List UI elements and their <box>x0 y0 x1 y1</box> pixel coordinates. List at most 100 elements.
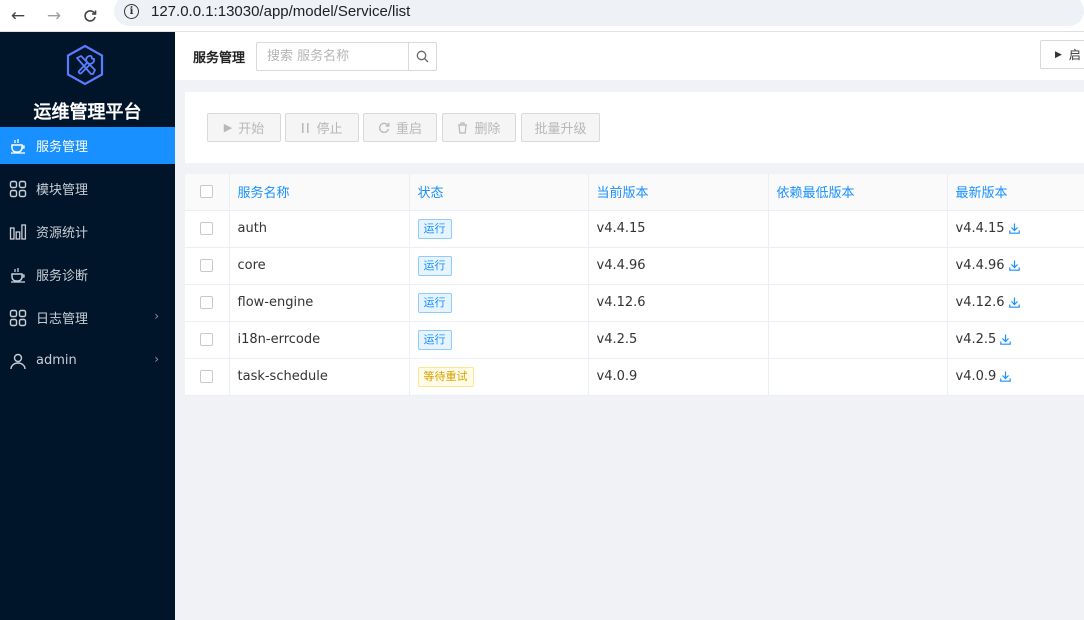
sidebar-item-label: 日志管理 <box>36 312 89 327</box>
table-row[interactable]: i18n-errcode 运行 v4.2.5 v4.2.5 <box>185 321 1084 359</box>
bar-chart-icon <box>8 222 28 242</box>
sidebar-item-admin[interactable]: admin › <box>0 342 175 379</box>
column-header-current-version[interactable]: 当前版本 <box>588 174 769 211</box>
current-version: v4.4.15 <box>588 210 769 248</box>
search-button[interactable] <box>408 41 438 71</box>
service-name: task-schedule <box>229 358 410 396</box>
min-dependency-version <box>768 321 948 359</box>
status-badge: 运行 <box>417 218 452 239</box>
service-table-panel: 服务名称 状态 当前版本 依赖最低版本 最新版本 auth 运行 v4.4.15… <box>185 174 1084 396</box>
brand-title: 运维管理平台 <box>33 102 142 123</box>
current-version: v4.12.6 <box>588 284 769 322</box>
min-dependency-version <box>768 210 948 248</box>
status-cell: 运行 <box>409 321 589 359</box>
download-icon[interactable] <box>1008 223 1020 234</box>
url-text: 127.0.0.1:13030/app/model/Service/list <box>151 2 411 20</box>
row-checkbox[interactable] <box>200 259 213 272</box>
latest-version: v4.4.96 <box>955 258 1005 273</box>
page-header: 服务管理 ▶ 启 <box>175 32 1084 80</box>
search-input[interactable] <box>256 41 409 71</box>
trash-icon <box>457 121 468 134</box>
batch-upgrade-button[interactable]: 批量升级 <box>521 113 600 142</box>
delete-button[interactable]: 删除 <box>442 113 516 142</box>
reload-icon <box>378 122 390 134</box>
latest-version-cell: v4.4.96 <box>947 247 1084 285</box>
row-checkbox[interactable] <box>200 222 213 235</box>
download-icon[interactable] <box>1008 260 1020 271</box>
action-toolbar: ▶ 开始 停止 重启 删除 批量升级 <box>185 92 1084 163</box>
service-name: core <box>229 247 410 285</box>
service-name: i18n-errcode <box>229 321 410 359</box>
grid-icon <box>8 308 28 328</box>
info-icon[interactable]: i <box>124 3 139 19</box>
row-select-cell <box>185 321 230 359</box>
search-icon <box>416 50 429 62</box>
sidebar-item-label: 资源统计 <box>36 226 89 241</box>
sidebar: 运维管理平台 服务管理 模块管理 资源统计 服务诊断 日志管理 › admin … <box>0 32 175 620</box>
row-checkbox[interactable] <box>200 370 213 383</box>
sidebar-item-log-management[interactable]: 日志管理 › <box>0 299 175 336</box>
row-checkbox[interactable] <box>200 333 213 346</box>
chevron-right-icon: › <box>154 309 159 323</box>
start-all-label: 启 <box>1068 48 1081 62</box>
download-icon[interactable] <box>1000 371 1012 382</box>
column-header-latest-version[interactable]: 最新版本 <box>947 174 1084 211</box>
delete-label: 删除 <box>474 122 501 137</box>
cup-icon <box>8 136 28 156</box>
table-row[interactable]: task-schedule 等待重试 v4.0.9 v4.0.9 <box>185 358 1084 396</box>
sidebar-item-resource-stats[interactable]: 资源统计 <box>0 213 175 250</box>
latest-version-cell: v4.2.5 <box>947 321 1084 359</box>
start-label: 开始 <box>238 122 265 137</box>
play-icon: ▶ <box>1055 49 1062 60</box>
min-dependency-version <box>768 247 948 285</box>
row-select-cell <box>185 358 230 396</box>
latest-version: v4.4.15 <box>955 221 1005 236</box>
cup-icon <box>8 265 28 285</box>
column-header-name[interactable]: 服务名称 <box>229 174 410 211</box>
column-header-min-dependency[interactable]: 依赖最低版本 <box>768 174 948 211</box>
chevron-right-icon: › <box>154 352 159 366</box>
column-header-status[interactable]: 状态 <box>409 174 589 211</box>
sidebar-item-label: 服务诊断 <box>36 269 89 284</box>
back-icon[interactable]: ← <box>6 4 30 28</box>
side-menu: 服务管理 模块管理 资源统计 服务诊断 日志管理 › admin › <box>0 127 175 385</box>
sidebar-item-service-diagnosis[interactable]: 服务诊断 <box>0 256 175 293</box>
start-button[interactable]: ▶ 开始 <box>207 113 281 142</box>
latest-version-cell: v4.4.15 <box>947 210 1084 248</box>
status-cell: 等待重试 <box>409 358 589 396</box>
stop-button[interactable]: 停止 <box>285 113 359 142</box>
min-dependency-version <box>768 284 948 322</box>
row-checkbox[interactable] <box>200 296 213 309</box>
current-version: v4.2.5 <box>588 321 769 359</box>
status-badge: 等待重试 <box>417 366 474 387</box>
row-select-cell <box>185 247 230 285</box>
latest-version: v4.2.5 <box>955 332 997 347</box>
download-icon[interactable] <box>1000 334 1012 345</box>
status-badge: 运行 <box>417 255 452 276</box>
current-version: v4.0.9 <box>588 358 769 396</box>
table-header-row: 服务名称 状态 当前版本 依赖最低版本 最新版本 <box>185 174 1084 211</box>
sidebar-item-service-management[interactable]: 服务管理 <box>0 127 175 164</box>
table-row[interactable]: auth 运行 v4.4.15 v4.4.15 <box>185 210 1084 248</box>
sidebar-item-module-management[interactable]: 模块管理 <box>0 170 175 207</box>
latest-version: v4.12.6 <box>955 295 1005 310</box>
restart-button[interactable]: 重启 <box>363 113 437 142</box>
row-select-cell <box>185 284 230 322</box>
stop-label: 停止 <box>316 122 343 137</box>
reload-icon[interactable] <box>78 4 102 28</box>
download-icon[interactable] <box>1008 297 1020 308</box>
table-row[interactable]: core 运行 v4.4.96 v4.4.96 <box>185 247 1084 285</box>
page-title: 服务管理 <box>193 50 246 66</box>
select-all-checkbox[interactable] <box>200 185 213 199</box>
service-table: 服务名称 状态 当前版本 依赖最低版本 最新版本 auth 运行 v4.4.15… <box>185 174 1084 396</box>
status-badge: 运行 <box>417 292 452 313</box>
latest-version: v4.0.9 <box>955 369 997 384</box>
latest-version-cell: v4.12.6 <box>947 284 1084 322</box>
address-bar[interactable]: i 127.0.0.1:13030/app/model/Service/list <box>114 0 1084 26</box>
forward-icon[interactable]: → <box>42 4 66 28</box>
start-all-button[interactable]: ▶ 启 <box>1040 40 1084 69</box>
table-row[interactable]: flow-engine 运行 v4.12.6 v4.12.6 <box>185 284 1084 322</box>
row-select-cell <box>185 210 230 248</box>
user-icon <box>8 351 28 371</box>
sidebar-item-label: 服务管理 <box>36 140 89 155</box>
